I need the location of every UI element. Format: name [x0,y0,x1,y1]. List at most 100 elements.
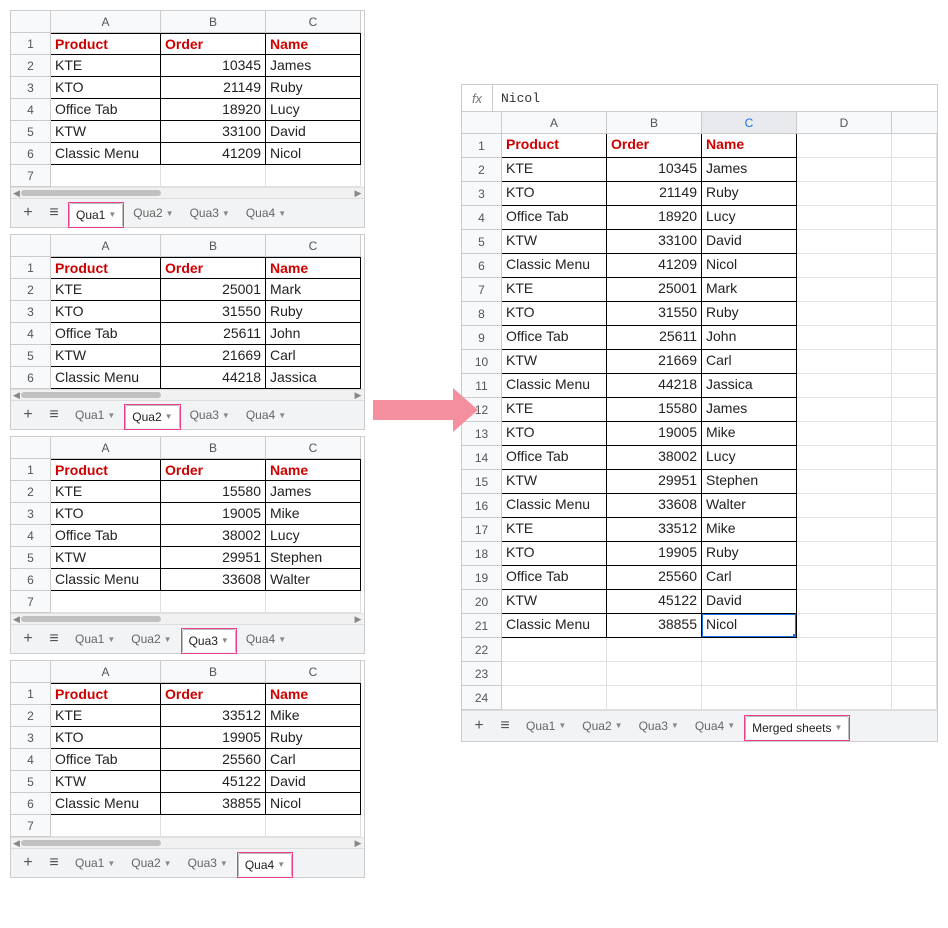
cell-product[interactable]: Classic Menu [51,143,161,165]
cell-empty[interactable] [797,398,892,422]
col-header-a[interactable]: A [502,112,607,134]
cell-empty[interactable] [266,815,361,837]
cell-name[interactable]: Stephen [702,470,797,494]
cell-empty[interactable] [797,158,892,182]
cell-product[interactable]: KTE [51,705,161,727]
cell-empty[interactable] [892,566,937,590]
cell-order[interactable]: 38002 [161,525,266,547]
cell-empty[interactable] [797,206,892,230]
col-header-a[interactable]: A [51,11,161,33]
cell-name[interactable]: Walter [266,569,361,591]
formula-input[interactable]: Nicol [493,91,937,106]
row-header[interactable]: 10 [462,350,502,374]
cell-order[interactable]: 45122 [607,590,702,614]
cell-name[interactable]: Lucy [702,206,797,230]
cell-order[interactable]: 19005 [607,422,702,446]
row-header[interactable]: 3 [11,503,51,525]
cell-product[interactable]: KTE [502,398,607,422]
cell-name[interactable]: Lucy [266,99,361,121]
sheet-tab-merged-sheets[interactable]: Merged sheets▼ [745,716,849,739]
sheet-tab-qua1[interactable]: Qua1▼ [69,629,121,649]
cell-name[interactable]: Ruby [702,182,797,206]
cell-empty[interactable] [797,470,892,494]
all-sheets-menu-icon[interactable]: ≡ [43,853,65,873]
row-header[interactable]: 6 [11,143,51,165]
select-all-corner[interactable] [11,661,51,683]
cell-header-order[interactable]: Order [161,459,266,481]
cell-name[interactable]: Mark [266,279,361,301]
cell-product[interactable]: KTO [51,503,161,525]
cell-product[interactable]: KTW [51,547,161,569]
add-sheet-button[interactable]: + [468,716,490,736]
row-header[interactable]: 2 [462,158,502,182]
cell-name[interactable]: John [702,326,797,350]
col-header-b[interactable]: B [607,112,702,134]
sheet-tab-qua1[interactable]: Qua1▼ [520,716,572,736]
cell-product[interactable]: Office Tab [502,206,607,230]
cell-empty[interactable] [797,422,892,446]
cell-empty[interactable] [797,494,892,518]
cell-product[interactable]: KTO [502,542,607,566]
cell-order[interactable]: 19905 [607,542,702,566]
row-header[interactable]: 24 [462,686,502,710]
cell-empty[interactable] [892,422,937,446]
cell-product[interactable]: KTO [502,302,607,326]
row-header[interactable]: 5 [462,230,502,254]
cell-product[interactable]: Classic Menu [51,569,161,591]
cell-empty[interactable] [51,591,161,613]
horizontal-scrollbar[interactable]: ◀▶ [11,837,364,848]
col-header-a[interactable]: A [51,661,161,683]
all-sheets-menu-icon[interactable]: ≡ [494,716,516,736]
cell-order[interactable]: 25560 [607,566,702,590]
cell-name[interactable]: Mark [702,278,797,302]
row-header[interactable]: 4 [11,525,51,547]
cell-product[interactable]: KTE [502,278,607,302]
cell-product[interactable]: KTW [51,771,161,793]
col-header-c[interactable]: C [266,235,361,257]
cell-product[interactable]: KTW [502,350,607,374]
cell-empty[interactable] [266,591,361,613]
row-header[interactable]: 1 [462,134,502,158]
col-header-a[interactable]: A [51,235,161,257]
sheet-tab-qua3[interactable]: Qua3▼ [182,853,234,873]
cell-empty[interactable] [892,278,937,302]
cell-product[interactable]: Classic Menu [51,367,161,389]
col-header-c[interactable]: C [702,112,797,134]
cell-order[interactable]: 25560 [161,749,266,771]
row-header[interactable]: 6 [462,254,502,278]
cell-name[interactable]: Carl [702,566,797,590]
cell-empty[interactable] [797,182,892,206]
cell-product[interactable]: KTW [502,470,607,494]
cell-empty[interactable] [161,591,266,613]
cell-name[interactable]: Carl [266,749,361,771]
cell-empty[interactable] [797,278,892,302]
cell-product[interactable]: Classic Menu [502,614,607,638]
cell-empty[interactable] [797,302,892,326]
row-header[interactable]: 7 [11,591,51,613]
cell-empty[interactable] [892,542,937,566]
cell-order[interactable]: 19005 [161,503,266,525]
cell-order[interactable]: 31550 [161,301,266,323]
row-header[interactable]: 22 [462,638,502,662]
cell-empty[interactable] [502,686,607,710]
row-header[interactable]: 15 [462,470,502,494]
cell-product[interactable]: Classic Menu [502,254,607,278]
cell-order[interactable]: 33608 [607,494,702,518]
cell-empty[interactable] [892,206,937,230]
cell-empty[interactable] [892,614,937,638]
cell-empty[interactable] [892,446,937,470]
cell-name[interactable]: Nicol [266,143,361,165]
row-header[interactable]: 6 [11,569,51,591]
select-all-corner[interactable] [462,112,502,134]
sheet-tab-qua4[interactable]: Qua4▼ [240,629,292,649]
cell-name[interactable]: James [702,398,797,422]
row-header[interactable]: 3 [462,182,502,206]
select-all-corner[interactable] [11,11,51,33]
cell-name[interactable]: James [266,481,361,503]
col-header-b[interactable]: B [161,437,266,459]
cell-product[interactable]: Office Tab [51,323,161,345]
cell-order[interactable]: 33512 [607,518,702,542]
cell-empty[interactable] [797,230,892,254]
col-header-b[interactable]: B [161,11,266,33]
select-all-corner[interactable] [11,235,51,257]
